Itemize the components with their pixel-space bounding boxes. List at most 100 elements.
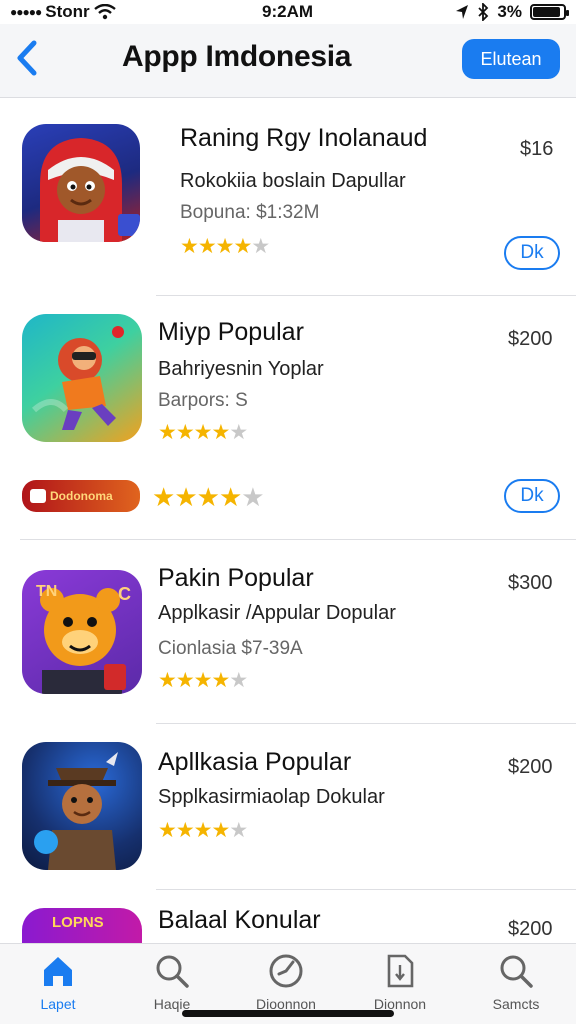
star-filled-icon: ★ [175, 819, 195, 842]
tab-label: Lapet [40, 996, 76, 1012]
star-filled-icon: ★ [158, 669, 177, 692]
cartoon-bear-icon: TN C [36, 583, 131, 694]
header-action-button[interactable]: Elutean [462, 39, 560, 79]
star-filled-icon: ★ [175, 669, 195, 692]
svg-text:TN: TN [36, 583, 57, 600]
star-filled-icon: ★ [158, 819, 177, 842]
app-icon-running-character[interactable] [22, 314, 142, 442]
star-filled-icon: ★ [180, 235, 199, 258]
star-filled-icon: ★ [158, 421, 177, 444]
list-item[interactable]: TN C Pakin Popular Applkasir /Appular Do… [0, 540, 576, 724]
battery-percent: 3% [497, 2, 522, 21]
nav-header: Appp Imdonesia Elutean [0, 24, 576, 98]
icon-label: LOPNS [52, 914, 104, 931]
bluetooth-icon [478, 3, 489, 21]
star-filled-icon: ★ [193, 669, 213, 692]
tab-label: Samcts [492, 996, 540, 1012]
status-right: 3% [455, 2, 569, 22]
search-icon [500, 955, 533, 988]
star-empty-icon: ★ [251, 235, 270, 258]
signal-dots-icon: ●●●●● [10, 5, 42, 19]
tab-clock[interactable]: Dioonnon [236, 952, 336, 1012]
app-price: $200 [508, 918, 553, 940]
app-price: $300 [508, 572, 553, 594]
app-price: $16 [520, 138, 554, 160]
app-list[interactable]: Raning Rgy Inolanaud Rokokiia boslain Da… [0, 98, 576, 943]
app-name[interactable]: Pakin Popular [158, 564, 314, 593]
running-character-icon [32, 326, 124, 430]
back-button[interactable] [16, 40, 42, 80]
page-title: Appp Imdonesia [122, 40, 352, 73]
app-icon-partial[interactable]: LOPNS [22, 908, 142, 943]
star-empty-icon: ★ [241, 482, 264, 512]
tab-search[interactable]: Haqie [122, 952, 222, 1012]
list-item[interactable]: Miyp Popular Bahriyesnin Yoplar Barpors:… [0, 296, 576, 540]
star-filled-icon: ★ [175, 421, 195, 444]
tab-document[interactable]: Dionnon [350, 952, 450, 1012]
star-empty-icon: ★ [229, 421, 248, 444]
chevron-left-icon [17, 40, 37, 76]
document-icon [387, 954, 414, 988]
star-rating: ★★★★★ [152, 482, 265, 513]
app-name[interactable]: Apllkasia Popular [158, 748, 351, 777]
star-rating: ★★★★★ [158, 668, 248, 693]
star-filled-icon: ★ [196, 482, 220, 512]
star-empty-icon: ★ [229, 819, 248, 842]
app-price: $200 [508, 328, 553, 350]
star-empty-icon: ★ [229, 669, 248, 692]
banner-thumbnail[interactable]: Dodonoma [22, 480, 140, 512]
clock-time: 9:2AM [262, 2, 314, 21]
app-name[interactable]: Miyp Popular [158, 318, 304, 347]
star-filled-icon: ★ [197, 235, 217, 258]
star-filled-icon: ★ [152, 482, 175, 512]
list-item[interactable]: Apllkasia Popular Spplkasirmiaolap Dokul… [0, 724, 576, 890]
location-arrow-icon [456, 5, 469, 19]
star-filled-icon: ★ [218, 482, 242, 512]
star-filled-icon: ★ [174, 482, 197, 512]
hooded-character-icon [40, 138, 140, 242]
search-icon [156, 955, 189, 988]
tab-search-alt[interactable]: Samcts [466, 952, 566, 1012]
svg-text:C: C [118, 584, 131, 604]
star-filled-icon: ★ [193, 819, 213, 842]
app-icon-adventurer[interactable] [22, 742, 142, 870]
star-rating: ★★★★★ [180, 234, 270, 259]
list-item[interactable]: LOPNS Balaal Konular $200 [0, 890, 576, 943]
star-filled-icon: ★ [211, 421, 230, 444]
banner-text: Dodonoma [50, 489, 113, 503]
app-name[interactable]: Balaal Konular [158, 906, 321, 935]
app-icon-hooded-character[interactable] [22, 124, 140, 242]
star-rating: ★★★★★ [158, 420, 248, 445]
clock-icon [269, 954, 303, 988]
app-subtitle: Spplkasirmiaolap Dokular [158, 786, 385, 808]
get-button[interactable]: Dk [504, 479, 560, 513]
app-meta: Bopuna: $1:32M [180, 202, 320, 223]
star-filled-icon: ★ [233, 235, 252, 258]
app-price: $200 [508, 756, 553, 778]
list-item[interactable]: Raning Rgy Inolanaud Rokokiia boslain Da… [0, 98, 576, 296]
app-meta: Barpors: S [158, 390, 248, 411]
banner-badge [30, 489, 46, 503]
battery-fill [533, 7, 560, 17]
star-filled-icon: ★ [211, 819, 230, 842]
star-filled-icon: ★ [193, 421, 213, 444]
app-subtitle: Rokokiia boslain Dapullar [180, 170, 406, 192]
star-filled-icon: ★ [211, 669, 230, 692]
home-icon [44, 957, 72, 986]
home-indicator[interactable] [182, 1010, 394, 1017]
status-left: ●●●●● Stonr [10, 2, 116, 22]
battery-icon [530, 4, 569, 20]
app-subtitle: Applkasir /Appular Dopular [158, 602, 396, 624]
star-rating: ★★★★★ [158, 818, 248, 843]
app-subtitle: Bahriyesnin Yoplar [158, 358, 324, 380]
status-bar: ●●●●● Stonr 9:2AM 3% [0, 0, 576, 24]
get-button[interactable]: Dk [504, 236, 560, 270]
app-name[interactable]: Raning Rgy Inolanaud [180, 124, 427, 153]
tab-home[interactable]: Lapet [8, 952, 108, 1012]
app-icon-cartoon-bear[interactable]: TN C [22, 570, 142, 694]
carrier-name: Stonr [45, 2, 90, 21]
adventurer-icon [34, 752, 118, 870]
wifi-icon [93, 4, 116, 20]
star-filled-icon: ★ [215, 235, 235, 258]
app-meta: Cionlasia $7-39A [158, 638, 303, 659]
